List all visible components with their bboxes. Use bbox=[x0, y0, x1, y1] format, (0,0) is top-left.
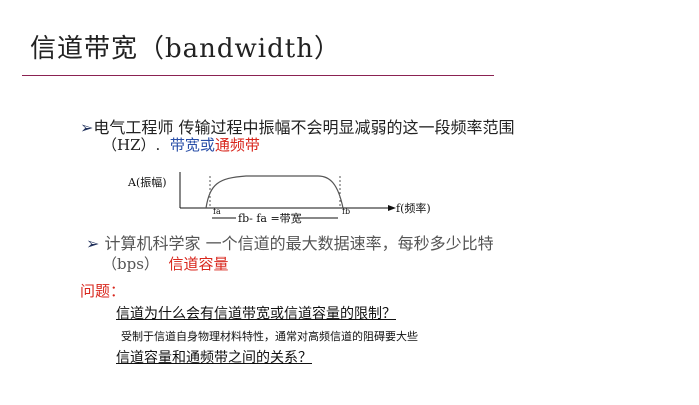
questions-label: 问题： bbox=[80, 282, 126, 300]
bullet-electrical-engineer-continuation: （HZ）. 带宽或通频带 bbox=[102, 134, 260, 155]
bandwidth-diagram: A(振幅) fa fb fb- fa =带宽 f(频率) bbox=[127, 172, 431, 225]
bullet2-unit: （bps） bbox=[102, 255, 169, 273]
x-axis-arrow-icon bbox=[388, 205, 396, 211]
bullet1-unit: （HZ）. bbox=[102, 136, 170, 154]
diagram-y-label: A(振幅) bbox=[127, 175, 167, 189]
title-divider bbox=[22, 75, 494, 76]
bandwidth-range-label: fb- fa =带宽 bbox=[238, 211, 302, 225]
diagram-x-label: f(频率) bbox=[396, 201, 431, 215]
question-2: 信道容量和通频带之间的关系？ bbox=[116, 350, 312, 366]
fb-marker: fb bbox=[342, 207, 350, 216]
channel-capacity-term: 信道容量 bbox=[168, 255, 229, 273]
bandwidth-term: 带宽或 bbox=[169, 136, 215, 154]
page-title: 信道带宽（bandwidth） bbox=[30, 34, 341, 64]
amplitude-curve bbox=[205, 175, 344, 209]
answer-note: 受制于信道自身物理材料特性，通常对高频信道的阻碍要大些 bbox=[121, 330, 418, 343]
fa-marker: fa bbox=[213, 207, 221, 216]
passband-term: 通频带 bbox=[214, 136, 260, 154]
arrow-bullet-icon: ➢ bbox=[80, 118, 94, 137]
question-1: 信道为什么会有信道带宽或信道容量的限制？ bbox=[116, 306, 396, 322]
bullet-computer-scientist-continuation: （bps） 信道容量 bbox=[102, 253, 228, 274]
arrow-bullet-icon: ➢ bbox=[86, 234, 100, 253]
bullet2-text: 计算机科学家 一个信道的最大数据速率，每秒多少比特 bbox=[104, 234, 494, 253]
bullet-computer-scientist: ➢ 计算机科学家 一个信道的最大数据速率，每秒多少比特 bbox=[86, 230, 494, 254]
